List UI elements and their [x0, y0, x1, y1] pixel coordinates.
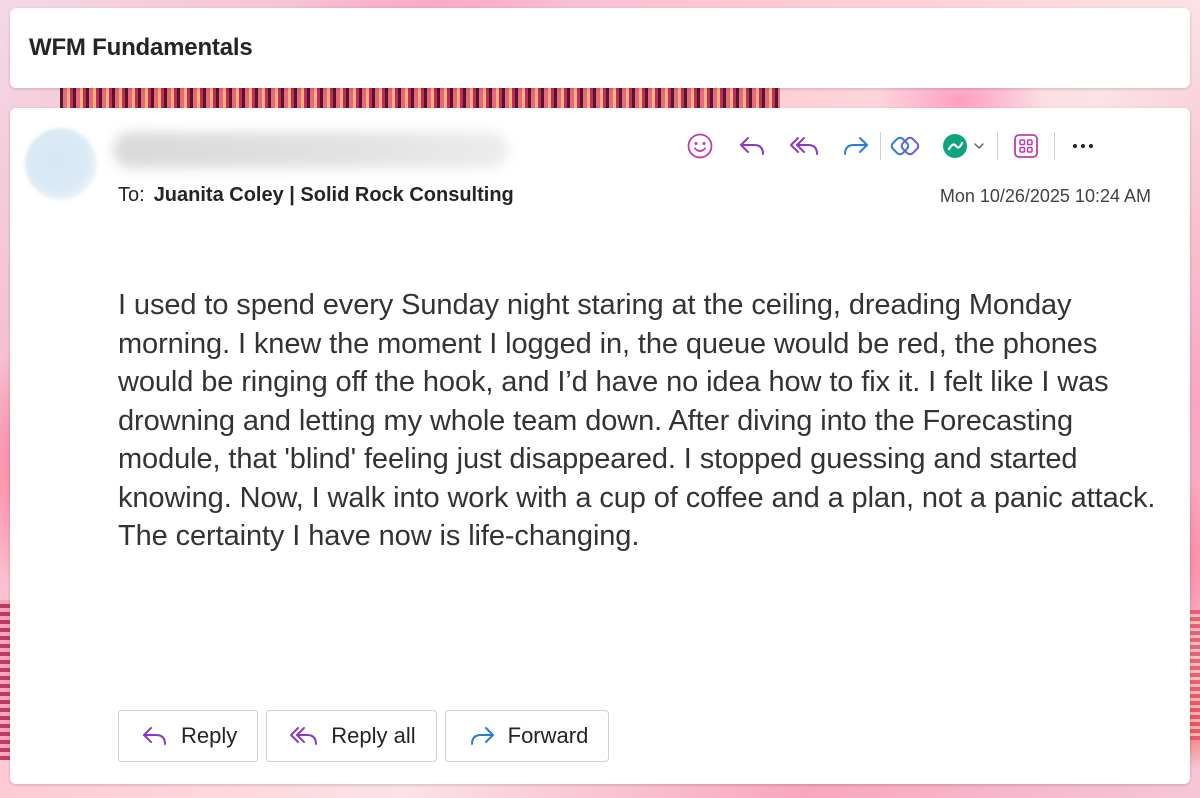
reply-all-button[interactable]: Reply all: [266, 710, 437, 762]
app-dropdown-button[interactable]: [929, 126, 997, 166]
chevron-down-icon: [974, 143, 984, 149]
emoji-button[interactable]: [672, 126, 728, 166]
reply-icon: [143, 727, 166, 745]
subject-header: WFM Fundamentals: [10, 8, 1190, 88]
avatar[interactable]: [25, 128, 97, 200]
message-card: To: Juanita Coley | Solid Rock Consultin…: [10, 108, 1190, 784]
reply-toolbar-button[interactable]: [728, 126, 776, 166]
reply-button[interactable]: Reply: [118, 710, 259, 762]
reply-all-button-label: Reply all: [331, 723, 416, 748]
wallpaper-stripes: [60, 88, 780, 108]
recipient-name[interactable]: Juanita Coley | Solid Rock Consulting: [154, 184, 514, 207]
copilot-button[interactable]: [881, 126, 929, 166]
reply-icon: [740, 137, 764, 155]
to-label: To:: [118, 184, 145, 206]
reply-all-toolbar-button[interactable]: [776, 126, 832, 166]
app-icon: [943, 134, 967, 158]
more-icon: [1073, 144, 1093, 148]
copilot-icon: [890, 136, 920, 156]
message-date: Mon 10/26/2025 10:24 AM: [939, 186, 1151, 206]
subject-title: WFM Fundamentals: [29, 34, 253, 61]
reply-button-label: Reply: [181, 723, 238, 748]
message-toolbar: [672, 126, 1111, 166]
forward-icon: [470, 727, 494, 745]
sender-name-redacted: [113, 132, 508, 168]
forward-button[interactable]: Forward: [444, 710, 610, 762]
forward-toolbar-button[interactable]: [832, 126, 880, 166]
more-actions-button[interactable]: [1055, 126, 1111, 166]
message-body: I used to spend every Sunday night stari…: [118, 289, 1156, 552]
recipient-line: To: Juanita Coley | Solid Rock Consultin…: [118, 184, 514, 207]
reply-all-icon: [290, 727, 318, 745]
emoji-icon: [687, 133, 713, 159]
forward-button-label: Forward: [507, 723, 589, 748]
apps-icon: [1014, 134, 1038, 158]
reply-all-icon: [790, 137, 818, 155]
forward-icon: [844, 137, 868, 155]
apps-button[interactable]: [998, 126, 1054, 166]
reply-actions: Reply Reply all Forward: [118, 710, 610, 762]
